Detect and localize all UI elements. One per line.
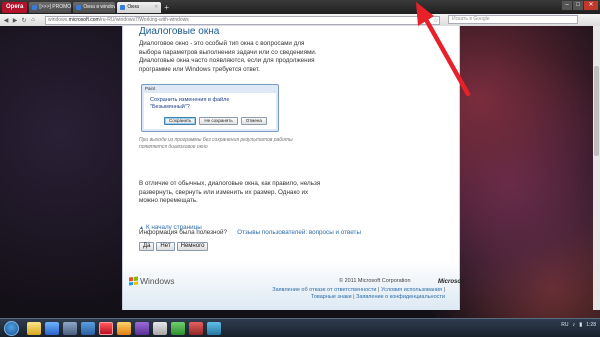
tab-3-active[interactable]: Окна ✕: [117, 1, 162, 13]
maximize-icon[interactable]: □: [573, 1, 583, 10]
url-path: /ru-RU/windows7/Working-with-windows: [99, 16, 189, 23]
dialog-illustration: Paint Сохранить изменения в файле "Безым…: [141, 84, 279, 132]
copyright-text: © 2011 Microsoft Corporation: [339, 278, 411, 284]
annotation-arrow-icon: [416, 2, 471, 97]
favicon-icon: [120, 4, 126, 10]
feedback-row: Информация была полезной? Отзывы пользов…: [139, 229, 361, 236]
figure-caption: При выходе из программы без сохранения р…: [139, 137, 293, 150]
footer-link-trademarks[interactable]: Товарные знаки: [311, 294, 352, 300]
start-button[interactable]: [4, 320, 19, 336]
dialog-question: Сохранить изменения в файле "Безымянный"…: [150, 97, 230, 110]
footer-separator: |: [378, 287, 380, 293]
scrollbar-thumb[interactable]: [594, 66, 599, 156]
volume-icon[interactable]: ♪: [572, 322, 575, 328]
second-paragraph: В отличие от обычных, диалоговые окна, к…: [139, 180, 321, 204]
explorer-icon[interactable]: [27, 321, 41, 335]
tab-2[interactable]: Окна в windows 7 р...: [73, 1, 116, 13]
browser-tab-bar: Opera [>>>] PROMOP... Окна в windows 7 р…: [0, 0, 600, 14]
media-icon[interactable]: [63, 321, 77, 335]
url-prefix: windows.: [48, 16, 69, 23]
tab-label: Окна в windows 7 р...: [83, 3, 115, 10]
minimize-icon[interactable]: –: [562, 1, 572, 10]
windows-brand-text: Windows: [140, 276, 175, 286]
system-tray: RU ♪ ▮ 1:28: [561, 322, 596, 328]
close-tab-icon[interactable]: ✕: [154, 2, 158, 13]
page-scrollbar[interactable]: [593, 26, 600, 310]
dialog-save-button: Сохранить: [164, 117, 197, 125]
vote-buttons: Да Нет Немного: [139, 242, 209, 251]
dialog-caption: Paint: [145, 86, 156, 91]
app-icon-5[interactable]: [171, 321, 185, 335]
footer-link-privacy[interactable]: Заявление о конфиденциальности: [356, 294, 445, 300]
tab-label: Окна: [127, 3, 139, 10]
window-controls: – □ ✕: [562, 1, 598, 10]
section-title: Диалоговые окна: [139, 26, 220, 37]
tab-1[interactable]: [>>>] PROMOP...: [29, 1, 72, 13]
footer-links: Заявление об отказе от ответственности |…: [260, 287, 445, 301]
address-bar: ◀ ▶ ↻ ⌂ windows.microsoft.com/ru-RU/wind…: [0, 14, 600, 26]
vote-somewhat-button[interactable]: Немного: [176, 242, 209, 251]
network-icon[interactable]: ▮: [579, 322, 582, 328]
app-icon-4[interactable]: [153, 321, 167, 335]
url-field[interactable]: windows.microsoft.com/ru-RU/windows7/Wor…: [45, 15, 440, 25]
footer-link-disclaimer[interactable]: Заявление об отказе от ответственности: [272, 287, 376, 293]
dialog-dont-save-button: Не сохранять: [199, 117, 238, 125]
vote-yes-button[interactable]: Да: [139, 242, 155, 251]
vote-no-button[interactable]: Нет: [156, 242, 175, 251]
footer-link-terms[interactable]: Условия использования: [381, 287, 442, 293]
language-indicator[interactable]: RU: [561, 322, 568, 328]
tab-label: [>>>] PROMOP...: [39, 3, 72, 10]
new-tab-button[interactable]: +: [164, 2, 169, 13]
app-icon-7[interactable]: [207, 321, 221, 335]
dialog-cancel-button: Отмена: [240, 117, 267, 125]
windows-logo: Windows: [129, 276, 174, 286]
home-icon[interactable]: ⌂: [30, 17, 36, 23]
windows-taskbar: RU ♪ ▮ 1:28: [0, 318, 600, 337]
app-icon[interactable]: [81, 321, 95, 335]
forward-icon[interactable]: ▶: [12, 17, 18, 24]
favicon-icon: [76, 4, 82, 10]
back-icon[interactable]: ◀: [3, 17, 9, 24]
intro-paragraph: Диалоговое окно - это особый тип окна с …: [139, 40, 317, 73]
microsoft-logo: Microsoft: [438, 279, 465, 285]
url-domain: microsoft.com: [68, 16, 100, 23]
helpful-question: Информация была полезной?: [139, 229, 228, 236]
clock[interactable]: 1:28: [586, 322, 596, 328]
footer-separator: |: [353, 294, 355, 300]
app-icon-2[interactable]: [117, 321, 131, 335]
feedback-link[interactable]: Отзывы пользователей: вопросы и ответы: [237, 229, 361, 236]
favicon-icon: [32, 4, 38, 10]
reload-icon[interactable]: ↻: [21, 17, 27, 24]
windows-flag-icon: [129, 276, 138, 286]
ie-icon[interactable]: [45, 321, 59, 335]
app-icon-6[interactable]: [189, 321, 203, 335]
dialog-buttons: Сохранить Не сохранять Отмена: [164, 117, 267, 125]
close-window-icon[interactable]: ✕: [584, 1, 598, 10]
app-icon-3[interactable]: [135, 321, 149, 335]
dialog-body: Сохранить изменения в файле "Безымянный"…: [144, 93, 276, 129]
opera-taskbar-icon[interactable]: [99, 321, 113, 335]
footer-separator: |: [443, 287, 445, 293]
opera-menu-button[interactable]: Opera: [2, 1, 28, 13]
